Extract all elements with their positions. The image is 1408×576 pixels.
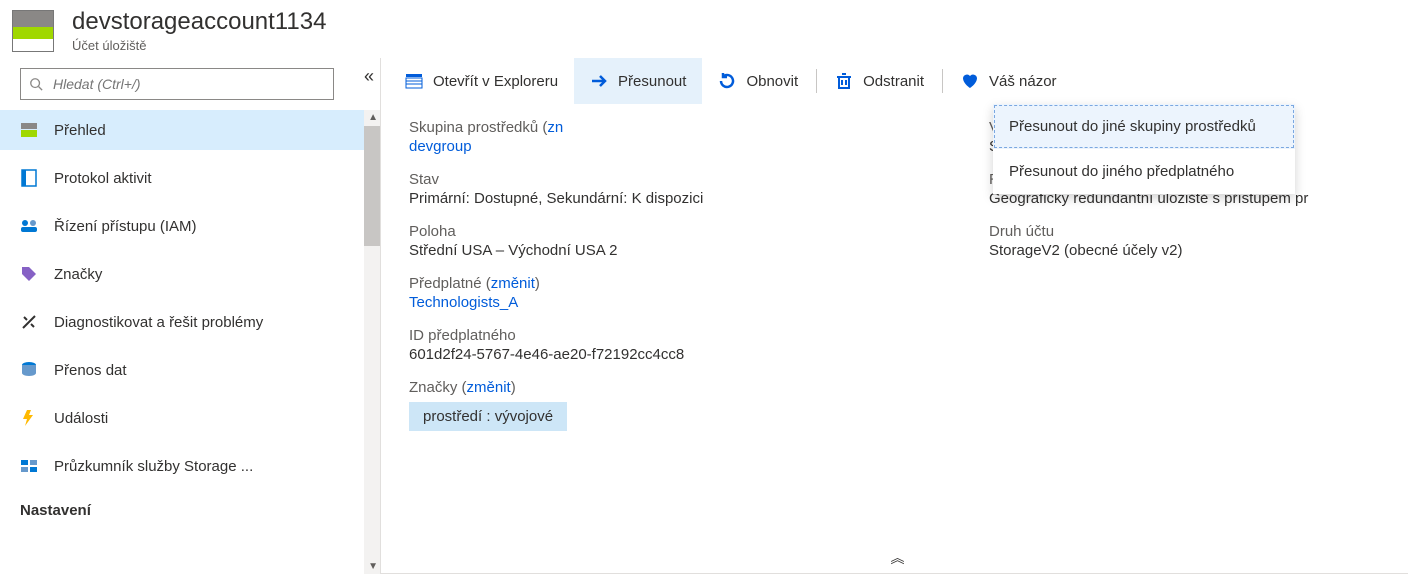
search-field[interactable] xyxy=(51,75,325,93)
scroll-down-arrow[interactable]: ▼ xyxy=(368,561,378,572)
status-value: Primární: Dostupné, Sekundární: K dispoz… xyxy=(409,190,969,207)
storage-explorer-icon xyxy=(20,457,38,475)
sidebar-item-label: Přehled xyxy=(54,122,106,139)
sidebar-item-activity-log[interactable]: Protokol aktivit xyxy=(0,158,364,198)
tag-icon xyxy=(20,265,38,283)
search-input[interactable] xyxy=(20,68,334,100)
refresh-icon xyxy=(718,72,736,90)
scroll-up-arrow[interactable]: ▲ xyxy=(368,112,378,123)
move-button[interactable]: Přesunout xyxy=(574,58,702,104)
page-header: devstorageaccount1134 Účet úložiště xyxy=(0,0,1408,58)
heart-icon xyxy=(961,72,979,90)
location-value: Střední USA – Východní USA 2 xyxy=(409,242,969,259)
tags-label: Značky (změnit) xyxy=(409,379,516,396)
move-icon xyxy=(590,72,608,90)
data-transfer-icon xyxy=(20,361,38,379)
activity-log-icon xyxy=(20,169,38,187)
sidebar-item-events[interactable]: Události xyxy=(0,398,364,438)
overview-icon xyxy=(20,121,38,139)
refresh-button[interactable]: Obnovit xyxy=(702,58,814,104)
move-dropdown: Přesunout do jiné skupiny prostředků Pře… xyxy=(993,104,1295,194)
toolbar-separator xyxy=(816,69,817,93)
move-to-resource-group-option[interactable]: Přesunout do jiné skupiny prostředků xyxy=(993,104,1295,149)
open-in-explorer-button[interactable]: Otevřít v Exploreru xyxy=(389,58,574,104)
feedback-button[interactable]: Váš názor xyxy=(945,58,1073,104)
toolbar-label: Přesunout xyxy=(618,73,686,90)
change-tags-link[interactable]: změnit xyxy=(467,379,511,396)
delete-button[interactable]: Odstranit xyxy=(819,58,940,104)
sidebar-item-label: Protokol aktivit xyxy=(54,170,152,187)
resource-group-link[interactable]: devgroup xyxy=(409,138,472,155)
explorer-icon xyxy=(405,72,423,90)
sidebar-item-storage-explorer[interactable]: Průzkumník služby Storage ... xyxy=(0,446,364,486)
sidebar-item-tags[interactable]: Značky xyxy=(0,254,364,294)
events-icon xyxy=(20,409,38,427)
sidebar-item-label: Řízení přístupu (IAM) xyxy=(54,218,197,235)
subscription-id-label: ID předplatného xyxy=(409,327,969,344)
iam-icon xyxy=(20,217,38,235)
change-subscription-link[interactable]: změnit xyxy=(491,275,535,292)
toolbar-label: Otevřít v Exploreru xyxy=(433,73,558,90)
collapse-essentials-button[interactable]: ︽ xyxy=(891,548,899,568)
status-label: Stav xyxy=(409,171,969,188)
toolbar-label: Obnovit xyxy=(746,73,798,90)
toolbar-separator xyxy=(942,69,943,93)
search-icon xyxy=(29,77,43,91)
toolbar-label: Váš názor xyxy=(989,73,1057,90)
subscription-id-value: 601d2f24-5767-4e46-ae20-f72192cc4cc8 xyxy=(409,346,969,363)
delete-icon xyxy=(835,72,853,90)
command-bar: Otevřít v Exploreru Přesunout Obnovit Od… xyxy=(381,58,1408,105)
move-to-subscription-option[interactable]: Přesunout do jiného předplatného xyxy=(993,149,1295,194)
sidebar-scrollbar[interactable]: ▲ ▼ xyxy=(364,110,380,574)
page-subtitle: Účet úložiště xyxy=(72,38,326,53)
tag-chip[interactable]: prostředí : vývojové xyxy=(409,402,567,431)
collapse-sidebar-button[interactable]: « xyxy=(364,66,374,87)
resource-group-label: Skupina prostředků (zn xyxy=(409,119,563,136)
diagnose-icon xyxy=(20,313,38,331)
sidebar-item-label: Průzkumník služby Storage ... xyxy=(54,458,253,475)
page-title: devstorageaccount1134 xyxy=(72,8,326,36)
sidebar-item-label: Přenos dat xyxy=(54,362,127,379)
sidebar-section-settings: Nastavení xyxy=(0,494,364,527)
sidebar-item-overview[interactable]: Přehled xyxy=(0,110,364,150)
location-label: Poloha xyxy=(409,223,969,240)
subscription-label: Předplatné (změnit) xyxy=(409,275,540,292)
sidebar: « Přehled Protokol aktivit Řízení přís xyxy=(0,58,381,574)
sidebar-item-label: Diagnostikovat a řešit problémy xyxy=(54,314,263,331)
sidebar-item-data-transfer[interactable]: Přenos dat xyxy=(0,350,364,390)
account-kind-label: Druh účtu xyxy=(989,223,1380,240)
sidebar-item-label: Značky xyxy=(54,266,102,283)
storage-account-icon xyxy=(12,10,54,52)
sidebar-item-iam[interactable]: Řízení přístupu (IAM) xyxy=(0,206,364,246)
sidebar-item-label: Události xyxy=(54,410,108,427)
toolbar-label: Odstranit xyxy=(863,73,924,90)
divider xyxy=(381,573,1408,574)
change-resource-group-link[interactable]: zn xyxy=(547,119,563,136)
sidebar-item-diagnose[interactable]: Diagnostikovat a řešit problémy xyxy=(0,302,364,342)
account-kind-value: StorageV2 (obecné účely v2) xyxy=(989,242,1380,259)
scrollbar-thumb[interactable] xyxy=(364,126,380,246)
subscription-link[interactable]: Technologists_A xyxy=(409,294,518,311)
